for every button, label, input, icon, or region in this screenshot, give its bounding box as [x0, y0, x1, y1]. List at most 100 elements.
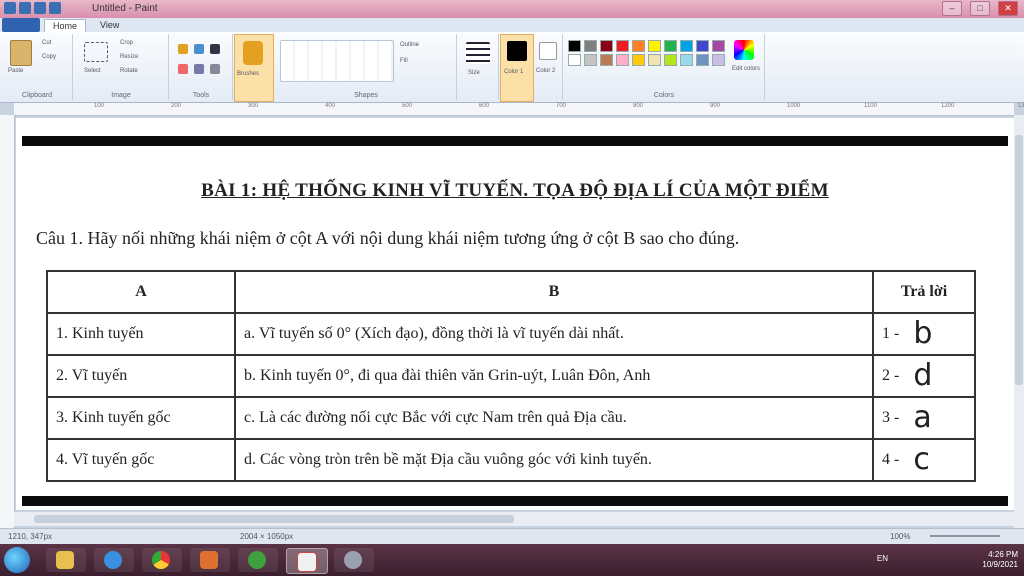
tab-view[interactable]: View	[92, 19, 127, 32]
table-header-row: A B Trả lời	[46, 270, 976, 314]
answer-number: 1 -	[882, 325, 900, 342]
cell-answer: 4 - c	[872, 438, 976, 482]
palette-swatch[interactable]	[664, 54, 677, 66]
palette-swatch[interactable]	[568, 54, 581, 66]
palette-swatch[interactable]	[712, 54, 725, 66]
ruler-tick: 1000	[787, 103, 801, 109]
maximize-icon[interactable]: □	[970, 1, 990, 16]
taskbar-app[interactable]	[238, 548, 278, 572]
cell-answer: 2 - d	[872, 354, 976, 398]
handwritten-answer: a	[913, 400, 932, 435]
palette-swatch[interactable]	[616, 54, 629, 66]
app-icon	[248, 551, 266, 569]
taskbar-ie[interactable]	[94, 548, 134, 572]
palette-swatch[interactable]	[648, 54, 661, 66]
vertical-scroll-thumb[interactable]	[1015, 135, 1023, 385]
palette-swatch[interactable]	[680, 54, 693, 66]
taskbar-paint[interactable]	[286, 548, 328, 574]
image-group-label: Image	[111, 92, 131, 99]
redo-icon[interactable]	[49, 2, 61, 14]
shapes-group: Outline Fill Shapes	[276, 34, 457, 100]
save-icon[interactable]	[19, 2, 31, 14]
color2-swatch	[539, 42, 557, 60]
resize-button[interactable]: Resize	[120, 54, 138, 60]
palette-swatch[interactable]	[632, 54, 645, 66]
fill-icon[interactable]	[194, 44, 204, 54]
eraser-icon[interactable]	[178, 64, 188, 74]
cut-button[interactable]: Cut	[42, 40, 51, 46]
pencil-icon[interactable]	[178, 44, 188, 54]
palette-swatch[interactable]	[616, 40, 629, 52]
palette-swatch[interactable]	[664, 40, 677, 52]
answer-number: 4 -	[882, 451, 900, 468]
select-icon[interactable]	[84, 42, 108, 62]
drawing-canvas[interactable]: BÀI 1: HỆ THỐNG KINH VĨ TUYẾN. TỌA ĐỘ ĐỊ…	[16, 118, 1014, 510]
canvas-size: 2004 × 1050px	[240, 532, 294, 541]
clock-date[interactable]: 10/9/2021	[982, 560, 1018, 570]
palette-swatch[interactable]	[584, 40, 597, 52]
vertical-scrollbar[interactable]	[1014, 115, 1024, 528]
rotate-button[interactable]: Rotate	[120, 68, 138, 74]
answer-number: 2 -	[882, 367, 900, 384]
palette-swatch[interactable]	[680, 40, 693, 52]
palette-swatch[interactable]	[696, 54, 709, 66]
palette-swatch[interactable]	[568, 40, 581, 52]
ruler-tick: 800	[633, 103, 644, 109]
ruler-tick: 1100	[864, 103, 877, 109]
palette-swatch[interactable]	[648, 40, 661, 52]
file-menu-button[interactable]	[2, 18, 40, 32]
shapes-gallery[interactable]	[280, 40, 394, 82]
cell-b: b. Kinh tuyến 0°, đi qua đài thiên văn G…	[234, 354, 874, 398]
taskbar-explorer[interactable]	[46, 548, 86, 572]
quick-access-toolbar	[4, 2, 61, 14]
palette-swatch[interactable]	[584, 54, 597, 66]
close-icon[interactable]: ✕	[998, 1, 1018, 16]
language-indicator[interactable]: EN	[877, 554, 888, 564]
palette-swatch[interactable]	[696, 40, 709, 52]
ruler-tick: 300	[248, 103, 259, 109]
copy-button[interactable]: Copy	[42, 54, 56, 60]
clock-time[interactable]: 4:26 PM	[982, 550, 1018, 560]
taskbar: EN 4:26 PM 10/9/2021	[0, 544, 1024, 576]
minimize-icon[interactable]: –	[942, 1, 962, 16]
table-row: 3. Kinh tuyến gốc c. Là các đường nối cự…	[46, 396, 976, 440]
taskbar-chrome[interactable]	[142, 548, 182, 572]
palette-swatch[interactable]	[600, 40, 613, 52]
fill-button[interactable]: Fill	[400, 58, 408, 64]
palette-swatch[interactable]	[632, 40, 645, 52]
paste-icon[interactable]	[10, 40, 32, 66]
lesson-heading: BÀI 1: HỆ THỐNG KINH VĨ TUYẾN. TỌA ĐỘ ĐỊ…	[201, 180, 829, 201]
color1-button[interactable]: Color 1	[500, 34, 534, 102]
tab-home[interactable]: Home	[44, 19, 87, 33]
brushes-button[interactable]: Brushes	[234, 34, 274, 102]
question-text: Câu 1. Hãy nối những khái niệm ở cột A v…	[36, 228, 740, 248]
select-button[interactable]: Select	[84, 68, 101, 74]
crop-button[interactable]: Crop	[120, 40, 133, 46]
palette-swatch[interactable]	[600, 54, 613, 66]
cell-a: 4. Vĩ tuyến gốc	[46, 438, 236, 482]
folder-icon	[56, 551, 74, 569]
horizontal-scroll-thumb[interactable]	[34, 515, 514, 523]
text-icon[interactable]	[210, 44, 220, 54]
horizontal-scrollbar[interactable]	[14, 512, 1014, 526]
color-picker-icon[interactable]	[194, 64, 204, 74]
zoom-slider[interactable]	[930, 535, 1000, 537]
paint-app-icon[interactable]	[4, 2, 16, 14]
ribbon-tabs: Home View	[0, 18, 1024, 33]
edit-colors-button[interactable]: Edit colors	[728, 34, 762, 100]
color2-button[interactable]: Color 2	[534, 34, 563, 100]
palette-swatch[interactable]	[712, 40, 725, 52]
app-icon	[344, 551, 362, 569]
handwritten-answer: d	[913, 358, 933, 393]
color1-label: Color 1	[504, 69, 524, 75]
paste-button[interactable]: Paste	[8, 68, 23, 74]
outline-button[interactable]: Outline	[400, 42, 419, 48]
window-title: Untitled - Paint	[92, 3, 158, 14]
magnifier-icon[interactable]	[210, 64, 220, 74]
start-button[interactable]	[4, 547, 30, 573]
cell-b: d. Các vòng tròn trên bề mặt Địa cầu vuô…	[234, 438, 874, 482]
undo-icon[interactable]	[34, 2, 46, 14]
taskbar-other[interactable]	[334, 548, 374, 572]
taskbar-media[interactable]	[190, 548, 230, 572]
size-icon[interactable]	[466, 42, 490, 64]
